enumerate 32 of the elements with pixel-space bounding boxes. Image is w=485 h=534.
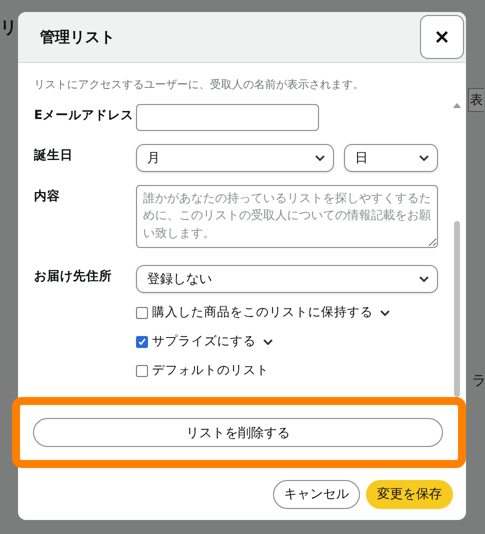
background-text: ラ	[472, 372, 485, 390]
caret-icon[interactable]	[380, 310, 390, 316]
delete-list-button[interactable]: リストを削除する	[33, 418, 443, 447]
email-field[interactable]	[136, 104, 319, 131]
field-label: 誕生日	[34, 146, 74, 164]
checkbox-label: デフォルトのリスト	[152, 362, 269, 379]
close-button[interactable]	[420, 15, 464, 59]
help-text: リストにアクセスするユーザーに、受取人の名前が表示されます。	[34, 77, 365, 92]
cancel-button[interactable]: キャンセル	[273, 480, 360, 508]
dropdown[interactable]: 月	[136, 144, 334, 172]
checkbox[interactable]	[136, 364, 148, 376]
dialog-title: 管理リスト	[40, 28, 115, 46]
scroll-up-icon[interactable]	[453, 103, 461, 108]
caret-icon[interactable]	[263, 338, 273, 344]
chevron-icon	[419, 155, 429, 161]
background-text: 表	[468, 88, 484, 112]
checkbox[interactable]	[136, 306, 148, 318]
save-button[interactable]: 変更を保存	[366, 480, 453, 508]
background-text: リ	[0, 17, 17, 39]
close-icon	[435, 30, 449, 44]
checkbox-label: サプライズにする	[152, 333, 256, 350]
description-field[interactable]: 誰かがあなたの持っているリストを探しやすくするために、このリストの受取人についての情報記載をお願い致します。	[136, 185, 438, 248]
scrollbar-thumb[interactable]	[454, 221, 460, 397]
field-label: お届け先住所	[34, 267, 113, 284]
chevron-icon	[419, 276, 429, 282]
dropdown[interactable]: 日	[344, 144, 438, 172]
chevron-icon	[315, 155, 325, 161]
field-label: 内容	[34, 187, 61, 204]
field-label: Eメールアドレス	[34, 106, 135, 124]
dropdown[interactable]: 登録しない	[136, 265, 438, 293]
checkbox[interactable]	[136, 336, 148, 348]
checkbox-label: 購入した商品をこのリストに保持する	[152, 304, 373, 321]
